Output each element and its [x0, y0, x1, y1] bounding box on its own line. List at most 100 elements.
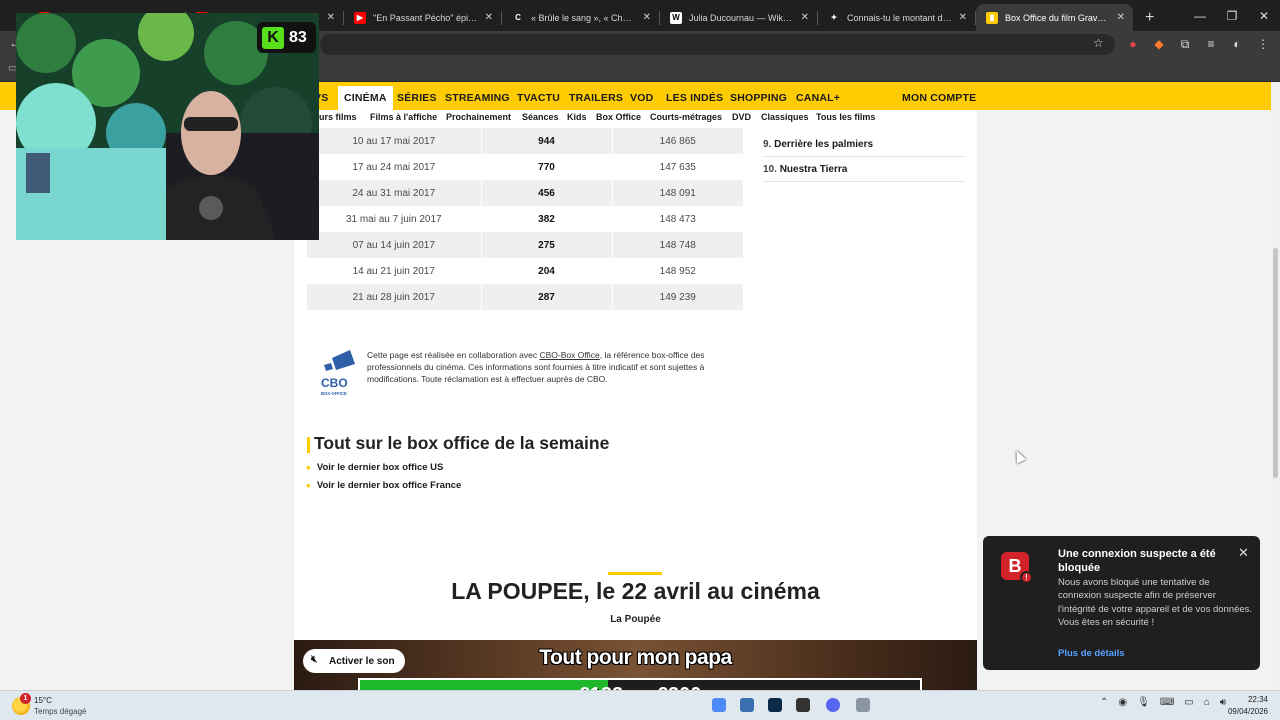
- close-window-icon[interactable]: ✕: [1248, 9, 1280, 23]
- microphone-icon[interactable]: 🎙︎: [1137, 697, 1150, 708]
- media-icon[interactable]: ≡: [1204, 37, 1218, 51]
- nav-item-shopping[interactable]: SHOPPING: [730, 92, 787, 104]
- monitor-icon[interactable]: ▭: [1184, 697, 1193, 708]
- nav-item-canal[interactable]: CANAL+: [796, 92, 840, 104]
- list-item[interactable]: 10. Nuestra Tierra: [763, 157, 965, 182]
- puzzle-icon[interactable]: ⧉: [1178, 37, 1192, 51]
- browser-tab[interactable]: ▶ "En Passant Pécho" épisode 1 : ✕: [344, 4, 501, 31]
- cbo-link[interactable]: CBO-Box Office: [539, 350, 599, 360]
- minimize-icon[interactable]: —: [1184, 9, 1216, 23]
- network-icon[interactable]: ⌂: [1204, 697, 1210, 708]
- nav-item-series[interactable]: SÉRIES: [397, 92, 437, 104]
- box-office-table: 10 au 17 mai 2017 944 146 865 17 au 24 mai …: [307, 128, 743, 310]
- tab-close-icon[interactable]: ✕: [801, 12, 809, 23]
- mute-icon: 🔇︎: [311, 654, 318, 665]
- nav-item-cinema[interactable]: CINÉMA: [338, 86, 393, 112]
- c-icon: C: [512, 11, 524, 24]
- close-icon[interactable]: ✕: [1238, 545, 1249, 561]
- tab-close-icon[interactable]: ✕: [485, 12, 493, 23]
- weather-temperature[interactable]: 15°C: [34, 696, 52, 705]
- cell-weekly-entries: 944: [480, 128, 612, 154]
- notification-details-link[interactable]: Plus de détails: [1058, 648, 1125, 659]
- weather-badge: 1: [20, 693, 31, 704]
- browser-tab[interactable]: ✦ Connais-tu le montant de la sur ✕: [818, 4, 975, 31]
- profile-avatar-icon[interactable]: ◐: [1230, 37, 1244, 51]
- discord-taskbar-icon[interactable]: [826, 698, 840, 712]
- nav-item-trailers[interactable]: TRAILERS: [569, 92, 623, 104]
- nav-item-streaming[interactable]: STREAMING: [445, 92, 510, 104]
- address-field[interactable]: [320, 34, 1115, 55]
- cbo-logo: CBO BOX-OFFICE: [321, 350, 355, 396]
- keyboard-icon[interactable]: ⌨: [1160, 697, 1174, 708]
- restore-icon[interactable]: ❐: [1216, 9, 1248, 23]
- clock-time[interactable]: 22:34: [1232, 695, 1268, 704]
- chrome-taskbar-icon[interactable]: [712, 698, 726, 712]
- scrollbar-thumb[interactable]: [1273, 248, 1278, 478]
- browser-tab[interactable]: C « Brûle le sang », « Château rou ✕: [502, 4, 659, 31]
- unmute-label: Activer le son: [329, 655, 395, 667]
- cell-cumulative-entries: 149 239: [611, 284, 743, 310]
- epic-games-taskbar-icon[interactable]: [796, 698, 810, 712]
- nav-item-indes[interactable]: LES INDÉS: [666, 92, 723, 104]
- bookmark-star-icon[interactable]: ☆: [1093, 36, 1104, 50]
- photoshop-taskbar-icon[interactable]: [768, 698, 782, 712]
- tab-close-icon[interactable]: ✕: [1117, 12, 1125, 23]
- section-accent: [307, 437, 310, 453]
- tab-close-icon[interactable]: ✕: [327, 12, 335, 23]
- nav-item-tvactu[interactable]: TVACTU: [517, 92, 560, 104]
- tab-close-icon[interactable]: ✕: [643, 12, 651, 23]
- tab-title: « Brûle le sang », « Château rou: [531, 12, 636, 23]
- tab-title: Connais-tu le montant de la sur: [847, 12, 952, 23]
- cell-weekly-entries: 275: [480, 232, 612, 258]
- allocine-icon: ▮: [986, 11, 998, 24]
- kick-viewer-badge: K 83: [257, 22, 316, 53]
- steam-icon[interactable]: ◉: [1118, 697, 1127, 708]
- subnav-upcoming[interactable]: Prochainement: [446, 112, 511, 122]
- tab-close-icon[interactable]: ✕: [959, 12, 967, 23]
- notification-body: Nous avons bloqué une tentative de conne…: [1058, 577, 1253, 629]
- subnav-best-films[interactable]: eurs films: [314, 112, 357, 122]
- new-tab-button[interactable]: +: [1133, 4, 1166, 31]
- subnav-all-films[interactable]: Tous les films: [816, 112, 875, 122]
- cell-weekly-entries: 204: [480, 258, 612, 284]
- promo-accent: [608, 572, 662, 575]
- subnav-shorts[interactable]: Courts-métrages: [650, 112, 722, 122]
- subnav-classics[interactable]: Classiques: [761, 112, 809, 122]
- unmute-button[interactable]: 🔇︎ Activer le son: [303, 649, 405, 673]
- rank-number: 10.: [763, 164, 777, 175]
- film-title-link[interactable]: Derrière les palmiers: [774, 139, 873, 150]
- link-box-office-france[interactable]: ● Voir le dernier box office France: [306, 480, 461, 491]
- film-title-link[interactable]: Nuestra Tierra: [780, 164, 848, 175]
- cell-cumulative-entries: 148 952: [611, 258, 743, 284]
- browser-tab[interactable]: ▮ Box Office du film Grave - Allo ✕: [976, 4, 1133, 31]
- vscode-taskbar-icon[interactable]: [740, 698, 754, 712]
- table-row: 31 mai au 7 juin 2017 382 148 473: [307, 206, 743, 232]
- subnav-dvd[interactable]: DVD: [732, 112, 751, 122]
- ranking-list: 9. Derrière les palmiers 10. Nuestra Tie…: [763, 132, 965, 182]
- extension-orange-icon[interactable]: ◆: [1152, 37, 1166, 51]
- nav-item-vod[interactable]: VOD: [630, 92, 653, 104]
- subnav-showtimes[interactable]: Séances: [522, 112, 559, 122]
- extension-red-icon[interactable]: ●: [1126, 37, 1140, 51]
- account-link[interactable]: MON COMPTE: [902, 92, 976, 104]
- calculator-taskbar-icon[interactable]: [856, 698, 870, 712]
- subnav-box-office[interactable]: Box Office: [596, 112, 641, 122]
- bullet-icon: ●: [306, 463, 311, 472]
- subnav-now-showing[interactable]: Films à l'affiche: [370, 112, 437, 122]
- cell-period: 07 au 14 juin 2017: [307, 232, 481, 258]
- menu-dots-icon[interactable]: ⋮: [1256, 37, 1270, 51]
- link-label: Voir le dernier box office France: [316, 480, 462, 491]
- chevron-up-icon[interactable]: ⌃: [1100, 697, 1108, 708]
- cell-period: 17 au 24 mai 2017: [352, 161, 436, 173]
- list-item[interactable]: 9. Derrière les palmiers: [763, 132, 965, 157]
- browser-tab[interactable]: W Julia Ducournau — Wikipédia ✕: [660, 4, 817, 31]
- weather-description[interactable]: Temps dégagé: [34, 707, 86, 716]
- table-row: 21 au 28 juin 2017 287 149 239: [307, 284, 743, 310]
- cell-weekly-entries: 770: [480, 154, 612, 180]
- clock-date[interactable]: 09/04/2026: [1222, 707, 1268, 716]
- cell-cumulative-entries: 147 635: [611, 154, 743, 180]
- link-box-office-us[interactable]: ● Voir le dernier box office US: [306, 462, 443, 473]
- subnav-kids[interactable]: Kids: [567, 112, 587, 122]
- cell-period: 31 mai au 7 juin 2017: [345, 213, 442, 225]
- cell-cumulative-entries: 148 473: [611, 206, 743, 232]
